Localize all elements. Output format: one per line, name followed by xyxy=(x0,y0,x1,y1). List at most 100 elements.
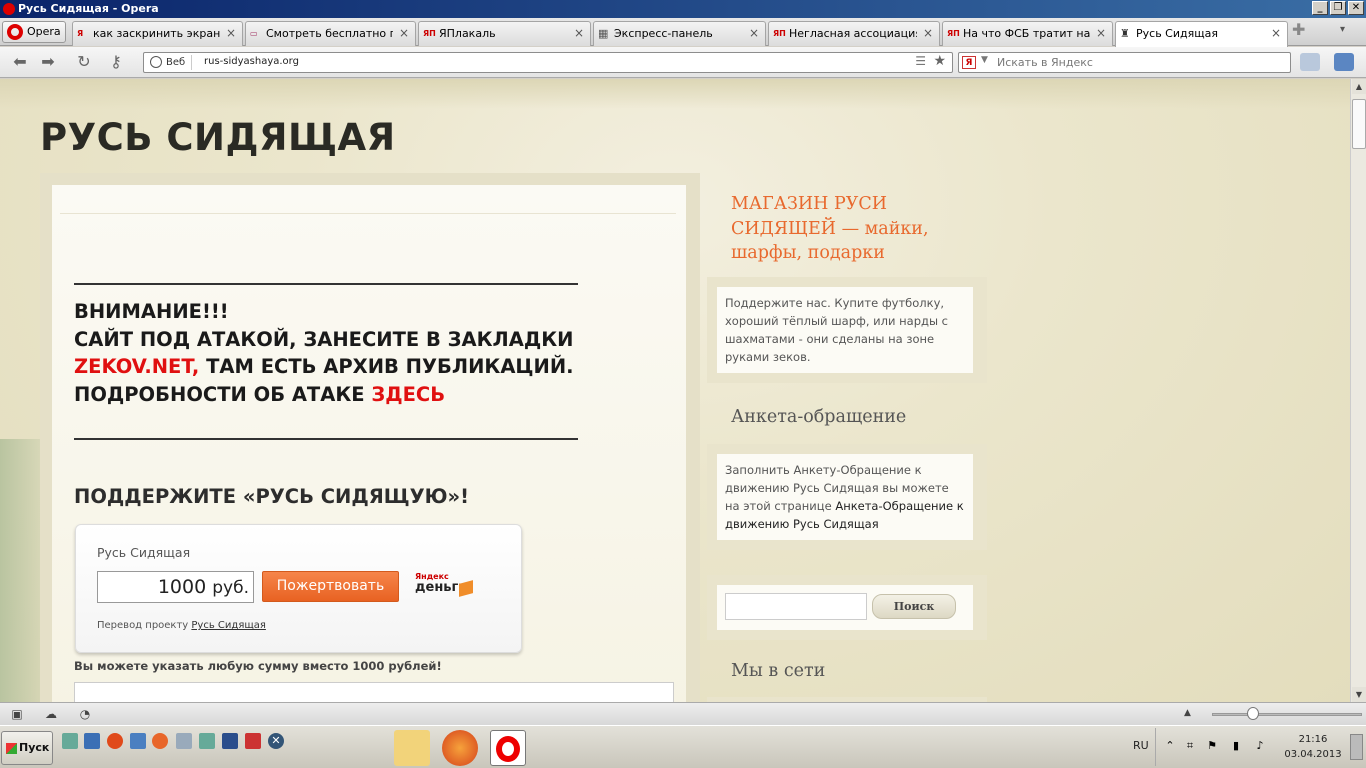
minimize-button[interactable]: _ xyxy=(1312,1,1328,15)
zoom-slider[interactable] xyxy=(1212,713,1362,716)
restore-button[interactable]: ❐ xyxy=(1330,1,1346,15)
search-form: Поиск xyxy=(717,585,973,630)
web-scope-badge[interactable]: Веб xyxy=(148,55,193,70)
alert-text: ПОДРОБНОСТИ ОБ АТАКЕ xyxy=(74,382,372,406)
site-search-input[interactable] xyxy=(725,593,867,620)
quicklaunch-firefox-icon[interactable] xyxy=(107,733,123,749)
globe-icon xyxy=(150,56,162,68)
quicklaunch-close-icon[interactable]: ✕ xyxy=(268,733,284,749)
shop-link[interactable]: МАГАЗИН РУСИ СИДЯЩЕЙ — майки, шарфы, под… xyxy=(731,192,951,266)
yandex-icon: Я xyxy=(77,29,84,38)
panel-toggle-icon[interactable]: ▣ xyxy=(10,707,24,721)
start-button[interactable]: Пуск xyxy=(1,731,53,765)
survey-heading: Анкета-обращение xyxy=(731,407,907,427)
tray-expand-icon[interactable]: ⌃ xyxy=(1162,738,1178,754)
scroll-up-icon[interactable]: ▲ xyxy=(1352,79,1366,94)
tab-label: Экспресс-панель xyxy=(614,27,713,40)
search-engine-dropdown-icon[interactable]: ▼ xyxy=(981,55,988,65)
scroll-thumb[interactable] xyxy=(1352,99,1366,149)
opera-menu-button[interactable]: Opera xyxy=(2,21,66,43)
window-title: Русь Сидящая - Opera xyxy=(18,2,159,15)
zoom-reset-icon[interactable]: ▲ xyxy=(1184,708,1191,718)
search-placeholder[interactable]: Искать в Яндекс xyxy=(997,56,1093,69)
url-text[interactable]: rus-sidyashaya.org xyxy=(204,56,299,67)
tab-4[interactable]: ЯП Негласная ассоциация ... × xyxy=(768,21,940,46)
tab-6-active[interactable]: ♜ Русь Сидящая × xyxy=(1115,21,1288,47)
tab-bar: Opera Я как заскринить экран н... × ▭ См… xyxy=(0,18,1366,47)
tab-1[interactable]: ▭ Смотреть бесплатно по... × xyxy=(245,21,416,46)
tab-2[interactable]: ЯП ЯПлакаль × xyxy=(418,21,591,46)
quicklaunch-shield-icon[interactable] xyxy=(245,733,261,749)
system-clock[interactable]: 21:16 03.04.2013 xyxy=(1284,732,1342,762)
key-icon[interactable]: ⚷ xyxy=(106,53,126,71)
close-tab-icon[interactable]: × xyxy=(1271,22,1281,45)
address-bar[interactable]: Веб rus-sidyashaya.org ☰ ★ xyxy=(143,52,953,73)
mail-icon[interactable] xyxy=(1334,53,1354,71)
tray-volume-icon[interactable]: ♪ xyxy=(1252,738,1268,754)
quicklaunch-app-icon[interactable] xyxy=(199,733,215,749)
quicklaunch-browser-icon[interactable] xyxy=(152,733,168,749)
start-label: Пуск xyxy=(19,741,50,754)
site-search-button[interactable]: Поиск xyxy=(872,594,956,619)
close-tab-icon[interactable]: × xyxy=(399,22,409,45)
zekov-link[interactable]: ZEKOV.NET, xyxy=(74,355,199,378)
reload-icon[interactable]: ↻ xyxy=(74,53,94,71)
amount-input[interactable]: 1000 руб. xyxy=(97,571,254,603)
opera-logo-icon xyxy=(7,24,23,40)
tab-list-icon[interactable]: ▾ xyxy=(1340,24,1345,35)
close-tab-icon[interactable]: × xyxy=(226,22,236,45)
yandex-search-icon[interactable]: Я xyxy=(962,56,976,69)
tray-signal-icon[interactable]: ▮ xyxy=(1228,738,1244,754)
site-title[interactable]: РУСЬ СИДЯЩАЯ xyxy=(40,116,396,159)
close-tab-icon[interactable]: × xyxy=(1096,22,1106,45)
zoom-slider-knob[interactable] xyxy=(1247,707,1259,720)
details-link[interactable]: ЗДЕСЬ xyxy=(371,383,445,406)
notes-icon[interactable] xyxy=(1300,53,1320,71)
quicklaunch-desktop-icon[interactable] xyxy=(62,733,78,749)
back-icon[interactable]: ⬅ xyxy=(10,53,30,71)
taskbar-firefox-icon[interactable] xyxy=(442,730,478,766)
scroll-down-icon[interactable]: ▼ xyxy=(1352,687,1366,702)
tab-5[interactable]: ЯП На что ФСБ тратит наш... × xyxy=(942,21,1113,46)
turbo-icon[interactable]: ◔ xyxy=(78,707,92,721)
close-tab-icon[interactable]: × xyxy=(574,22,584,45)
bookmark-star-icon[interactable]: ★ xyxy=(933,53,946,69)
project-link[interactable]: Русь Сидящая xyxy=(191,620,266,631)
quicklaunch-edit-icon[interactable] xyxy=(130,733,146,749)
note-prefix: Перевод проекту xyxy=(97,620,192,631)
taskbar-opera-icon[interactable] xyxy=(490,730,526,766)
tab-label: ЯПлакаль xyxy=(439,27,496,40)
donate-button[interactable]: Пожертвовать xyxy=(262,571,399,602)
quicklaunch-network-icon[interactable] xyxy=(84,733,100,749)
language-indicator[interactable]: RU xyxy=(1133,739,1149,752)
tab-label: На что ФСБ тратит наш... xyxy=(963,27,1090,40)
main-content: ВНИМАНИЕ!!! САЙТ ПОД АТАКОЙ, ЗАНЕСИТЕ В … xyxy=(52,185,686,702)
opera-icon xyxy=(3,3,15,15)
tray-flag-icon[interactable]: ⚑ xyxy=(1204,738,1220,754)
tab-0[interactable]: Я как заскринить экран н... × xyxy=(72,21,243,46)
any-sum-note: Вы можете указать любую сумму вместо 100… xyxy=(74,659,442,673)
opera-unite-icon[interactable]: ☁ xyxy=(44,707,58,721)
rss-icon[interactable]: ☰ xyxy=(915,54,926,68)
yandex-money-logo[interactable]: Яндекс деньги xyxy=(415,572,485,602)
show-desktop-button[interactable] xyxy=(1350,734,1363,760)
vertical-scrollbar[interactable]: ▲ ▼ xyxy=(1350,79,1366,702)
wallet-icon xyxy=(459,580,473,597)
close-window-button[interactable]: ✕ xyxy=(1348,1,1364,15)
tray-usb-icon[interactable]: ⌗ xyxy=(1182,738,1198,754)
new-tab-icon[interactable]: ✚ xyxy=(1292,20,1305,39)
quicklaunch-window-icon[interactable] xyxy=(176,733,192,749)
alert-line: САЙТ ПОД АТАКОЙ, ЗАНЕСИТЕ В ЗАКЛАДКИ xyxy=(74,327,574,351)
alert-line: ZEKOV.NET, ТАМ ЕСТЬ АРХИВ ПУБЛИКАЦИЙ. xyxy=(74,353,614,381)
quicklaunch-save-icon[interactable] xyxy=(222,733,238,749)
taskbar-folder-icon[interactable] xyxy=(394,730,430,766)
yaplakal-icon: ЯП xyxy=(773,29,786,38)
forward-icon[interactable]: ➡ xyxy=(38,53,58,71)
currency-label: руб. xyxy=(212,578,249,598)
close-tab-icon[interactable]: × xyxy=(923,22,933,45)
close-tab-icon[interactable]: × xyxy=(749,22,759,45)
survey-text: Заполнить Анкету-Обращение к движению Ру… xyxy=(717,454,973,540)
tab-3[interactable]: ▦ Экспресс-панель × xyxy=(593,21,766,46)
divider xyxy=(60,213,676,214)
search-box[interactable]: Я ▼ Искать в Яндекс xyxy=(958,52,1291,73)
